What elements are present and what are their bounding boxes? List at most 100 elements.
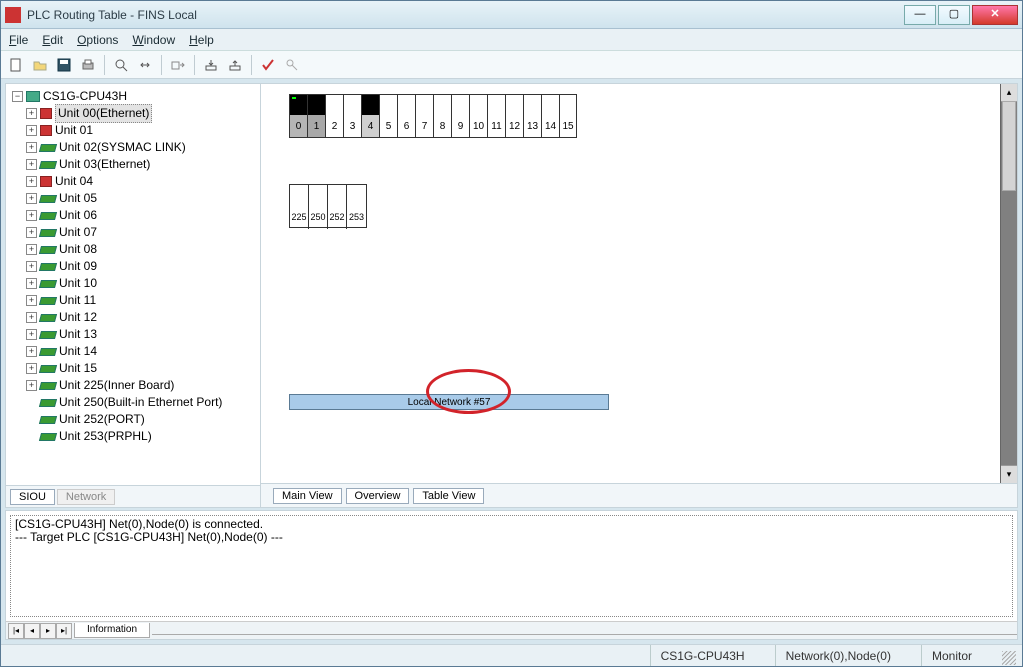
tree-item-label[interactable]: Unit 04 — [55, 173, 93, 190]
tree-item-label[interactable]: Unit 00(Ethernet) — [55, 104, 152, 123]
content-pane: 0123456789101112131415 225250252253 Loca… — [261, 84, 1017, 507]
check-icon[interactable] — [257, 54, 279, 76]
extra-cell[interactable]: 225 — [290, 205, 308, 229]
twisty-icon[interactable]: + — [26, 193, 37, 204]
tree-item-label[interactable]: Unit 06 — [59, 207, 97, 224]
maximize-button[interactable]: ▢ — [938, 5, 970, 25]
twisty-icon[interactable]: + — [26, 278, 37, 289]
slot-cell[interactable]: 8 — [434, 115, 451, 137]
slot-cell[interactable]: 6 — [398, 115, 415, 137]
log-nav-prev[interactable]: ◂ — [24, 623, 40, 639]
slot-cell[interactable]: 0 — [290, 115, 307, 137]
key-icon[interactable] — [281, 54, 303, 76]
vertical-scrollbar[interactable] — [1000, 84, 1017, 483]
twisty-icon[interactable]: + — [26, 329, 37, 340]
twisty-icon[interactable]: + — [26, 312, 37, 323]
tree-item-label[interactable]: Unit 01 — [55, 122, 93, 139]
download-icon[interactable] — [200, 54, 222, 76]
twisty-icon[interactable]: − — [12, 91, 23, 102]
log-nav-first[interactable]: |◂ — [8, 623, 24, 639]
twisty-icon[interactable]: + — [26, 295, 37, 306]
twisty-icon[interactable]: + — [26, 176, 37, 187]
tab-network[interactable]: Network — [57, 489, 115, 505]
unit-green-icon — [39, 161, 57, 169]
menu-help[interactable]: Help — [189, 33, 214, 47]
slot-cell[interactable]: 2 — [326, 115, 343, 137]
menu-edit[interactable]: Edit — [42, 33, 63, 47]
new-button[interactable] — [5, 54, 27, 76]
tree-item-label[interactable]: Unit 15 — [59, 360, 97, 377]
unit-green-icon — [39, 416, 57, 424]
tree-item-label[interactable]: Unit 08 — [59, 241, 97, 258]
routing-canvas[interactable]: 0123456789101112131415 225250252253 Loca… — [261, 84, 1000, 483]
twisty-icon[interactable]: + — [26, 108, 37, 119]
tree-item-label[interactable]: Unit 09 — [59, 258, 97, 275]
twisty-icon[interactable]: + — [26, 125, 37, 136]
tree-tabs: SIOU Network — [6, 485, 260, 507]
tab-main-view[interactable]: Main View — [273, 488, 342, 504]
slot-cell[interactable]: 11 — [488, 115, 505, 137]
slot-cell[interactable]: 1 — [308, 115, 325, 137]
twisty-icon[interactable]: + — [26, 346, 37, 357]
menu-options[interactable]: Options — [77, 33, 118, 47]
slot-cell[interactable]: 4 — [362, 115, 379, 137]
device-tree[interactable]: − CS1G-CPU43H + Unit 00(Ethernet) + Unit 01 + U… — [6, 84, 260, 485]
tab-table-view[interactable]: Table View — [413, 488, 484, 504]
slot-cell[interactable]: 7 — [416, 115, 433, 137]
slot-cell[interactable]: 15 — [560, 115, 576, 137]
resize-grip[interactable] — [1002, 651, 1016, 665]
log-nav-next[interactable]: ▸ — [40, 623, 56, 639]
close-button[interactable]: ✕ — [972, 5, 1018, 25]
twisty-icon[interactable]: + — [26, 261, 37, 272]
tree-item-label[interactable]: Unit 12 — [59, 309, 97, 326]
transfer-to-icon[interactable] — [167, 54, 189, 76]
tab-information[interactable]: Information — [74, 623, 150, 638]
tree-item-label[interactable]: Unit 02(SYSMAC LINK) — [59, 139, 186, 156]
extra-cell[interactable]: 250 — [309, 205, 327, 229]
unit-green-icon — [39, 365, 57, 373]
twisty-icon[interactable]: + — [26, 142, 37, 153]
tree-item-label[interactable]: Unit 13 — [59, 326, 97, 343]
twisty-icon[interactable]: + — [26, 227, 37, 238]
log-output[interactable]: [CS1G-CPU43H] Net(0),Node(0) is connecte… — [10, 515, 1013, 617]
slot-cell[interactable]: 5 — [380, 115, 397, 137]
tree-item-label[interactable]: Unit 250(Built-in Ethernet Port) — [59, 394, 222, 411]
twisty-icon[interactable]: + — [26, 159, 37, 170]
tree-item-label[interactable]: Unit 11 — [59, 292, 96, 309]
network-bar[interactable]: Local Network #57 — [289, 394, 609, 410]
tree-item-label[interactable]: Unit 03(Ethernet) — [59, 156, 150, 173]
save-button[interactable] — [53, 54, 75, 76]
minimize-button[interactable]: — — [904, 5, 936, 25]
menu-file[interactable]: File — [9, 33, 28, 47]
twisty-icon[interactable]: + — [26, 244, 37, 255]
tree-item-label[interactable]: Unit 07 — [59, 224, 97, 241]
tree-item-label[interactable]: Unit 225(Inner Board) — [59, 377, 174, 394]
link-icon[interactable] — [134, 54, 156, 76]
log-nav-last[interactable]: ▸| — [56, 623, 72, 639]
slot-cell[interactable]: 9 — [452, 115, 469, 137]
twisty-icon[interactable]: + — [26, 380, 37, 391]
extra-cell[interactable]: 253 — [347, 205, 366, 229]
tab-overview[interactable]: Overview — [346, 488, 410, 504]
search-icon[interactable] — [110, 54, 132, 76]
tree-item-label[interactable]: Unit 253(PRPHL) — [59, 428, 152, 445]
tree-root-label[interactable]: CS1G-CPU43H — [43, 88, 127, 105]
twisty-icon[interactable]: + — [26, 363, 37, 374]
slot-cell[interactable]: 13 — [524, 115, 541, 137]
tree-item-label[interactable]: Unit 14 — [59, 343, 97, 360]
extra-cell[interactable]: 252 — [328, 205, 346, 229]
slot-cell[interactable]: 12 — [506, 115, 523, 137]
slot-cell[interactable]: 3 — [344, 115, 361, 137]
upload-icon[interactable] — [224, 54, 246, 76]
print-button[interactable] — [77, 54, 99, 76]
tree-item-label[interactable]: Unit 252(PORT) — [59, 411, 145, 428]
slot-cell[interactable]: 14 — [542, 115, 559, 137]
tree-item-label[interactable]: Unit 10 — [59, 275, 97, 292]
menu-window[interactable]: Window — [132, 33, 175, 47]
twisty-icon[interactable]: + — [26, 210, 37, 221]
tree-item-label[interactable]: Unit 05 — [59, 190, 97, 207]
open-button[interactable] — [29, 54, 51, 76]
status-plc: CS1G-CPU43H — [650, 645, 755, 666]
tab-siou[interactable]: SIOU — [10, 489, 55, 505]
slot-cell[interactable]: 10 — [470, 115, 487, 137]
